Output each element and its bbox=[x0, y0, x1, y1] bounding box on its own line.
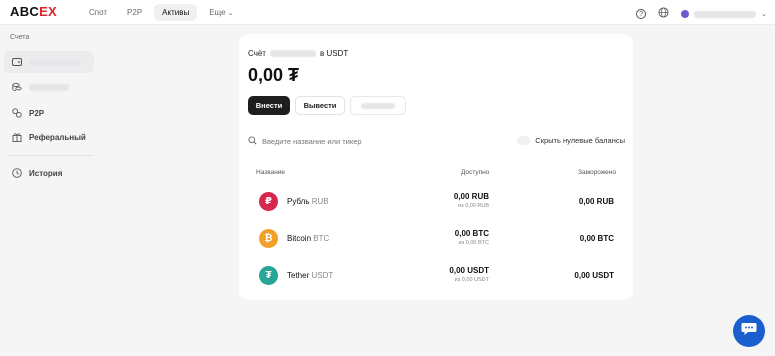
sidebar-item-label-hidden bbox=[29, 58, 81, 66]
main-nav: Спот P2P Активы Еще ⌄ bbox=[81, 4, 241, 21]
sidebar-item-history[interactable]: История bbox=[4, 162, 94, 184]
frozen-value: 0,00 RUB bbox=[578, 197, 614, 206]
sidebar-item-label: История bbox=[29, 168, 63, 178]
available-total: из 0,00 BTC bbox=[458, 240, 489, 246]
sidebar-item-referral[interactable]: Реферальный bbox=[4, 126, 94, 148]
available-total: из 0,00 RUB bbox=[458, 203, 489, 209]
available-value: 0,00 USDT bbox=[449, 266, 489, 275]
table-row[interactable]: ₿ Bitcoin BTC 0,00 BTC из 0,00 BTC 0,00 … bbox=[259, 223, 614, 253]
chevron-down-icon: ⌄ bbox=[227, 10, 234, 17]
search-icon bbox=[248, 136, 257, 147]
account-label: Счёт в USDT bbox=[248, 49, 348, 58]
transfer-button-label-hidden bbox=[361, 102, 395, 109]
transfer-button[interactable] bbox=[350, 96, 406, 115]
col-available: Доступно bbox=[461, 169, 490, 176]
ruble-icon: ₽ bbox=[259, 192, 278, 211]
asset-name-text: Tether bbox=[287, 271, 310, 280]
top-icons: ? ⌄ bbox=[636, 5, 767, 23]
asset-name: Рубль RUB bbox=[287, 197, 329, 206]
sidebar-item-wallet[interactable] bbox=[4, 51, 94, 73]
table-row[interactable]: ₽ Рубль RUB 0,00 RUB из 0,00 RUB 0,00 RU… bbox=[259, 186, 614, 216]
nav-p2p[interactable]: P2P bbox=[119, 4, 150, 21]
asset-search[interactable]: Введите название или тикер bbox=[248, 136, 362, 147]
col-name: Название bbox=[256, 169, 286, 176]
clock-icon bbox=[12, 168, 22, 178]
coins-icon bbox=[12, 82, 22, 92]
hide-zero-label: Скрыть нулевые балансы bbox=[535, 136, 625, 145]
logo-main: ABC bbox=[10, 4, 40, 19]
logo-accent: EX bbox=[39, 4, 58, 19]
account-name-hidden bbox=[269, 50, 316, 57]
asset-name: Bitcoin BTC bbox=[287, 234, 329, 243]
nav-assets[interactable]: Активы bbox=[154, 4, 198, 21]
sidebar: Счета P2P Реферальный История bbox=[0, 25, 100, 356]
sidebar-title: Счета bbox=[10, 34, 30, 41]
wallet-icon bbox=[12, 57, 22, 67]
nav-more-label: Еще bbox=[209, 8, 226, 17]
col-frozen: Заморожено bbox=[578, 169, 616, 176]
table-row[interactable]: ₮ Tether USDT 0,00 USDT из 0,00 USDT 0,0… bbox=[259, 260, 614, 290]
sidebar-item-coins[interactable] bbox=[4, 76, 94, 98]
user-menu[interactable]: ⌄ bbox=[681, 10, 767, 18]
asset-ticker: USDT bbox=[311, 271, 334, 280]
nav-more[interactable]: Еще ⌄ bbox=[201, 4, 241, 21]
avatar bbox=[681, 10, 690, 18]
p2p-icon bbox=[12, 108, 22, 118]
user-name-hidden bbox=[694, 10, 757, 18]
bitcoin-icon: ₿ bbox=[259, 229, 278, 248]
help-icon[interactable]: ? bbox=[636, 9, 647, 19]
asset-ticker: RUB bbox=[311, 197, 329, 206]
hide-zero-toggle[interactable] bbox=[517, 136, 531, 145]
frozen-value: 0,00 USDT bbox=[574, 271, 614, 280]
asset-name-text: Рубль bbox=[287, 197, 310, 206]
available-cell: 0,00 BTC из 0,00 BTC bbox=[455, 229, 489, 246]
nav-spot[interactable]: Спот bbox=[81, 4, 115, 21]
logo[interactable]: ABCEX bbox=[10, 4, 57, 19]
available-cell: 0,00 USDT из 0,00 USDT bbox=[449, 266, 489, 283]
sidebar-divider bbox=[8, 155, 94, 156]
deposit-button[interactable]: Внести bbox=[248, 96, 290, 115]
account-balance: 0,00 ₮ bbox=[248, 65, 300, 85]
chevron-down-icon: ⌄ bbox=[761, 11, 767, 18]
sidebar-item-p2p[interactable]: P2P bbox=[4, 102, 94, 124]
sidebar-item-label: P2P bbox=[29, 108, 45, 118]
available-value: 0,00 RUB bbox=[453, 192, 489, 201]
account-label-suffix: в USDT bbox=[319, 49, 349, 58]
sidebar-item-label: Реферальный bbox=[29, 132, 86, 142]
account-card: Счёт в USDT 0,00 ₮ Внести Вывести Введит… bbox=[239, 34, 633, 300]
withdraw-button[interactable]: Вывести bbox=[295, 96, 345, 115]
available-cell: 0,00 RUB из 0,00 RUB bbox=[454, 192, 489, 209]
hide-zero-balances[interactable]: Скрыть нулевые балансы bbox=[517, 136, 625, 145]
asset-name-text: Bitcoin bbox=[287, 234, 312, 243]
asset-name: Tether USDT bbox=[287, 271, 333, 280]
asset-ticker: BTC bbox=[313, 234, 330, 243]
account-label-prefix: Счёт bbox=[248, 49, 266, 58]
globe-icon[interactable] bbox=[658, 5, 669, 23]
support-chat-button[interactable] bbox=[733, 315, 765, 347]
search-input[interactable]: Введите название или тикер bbox=[262, 137, 362, 146]
available-value: 0,00 BTC bbox=[454, 229, 489, 238]
available-total: из 0,00 USDT bbox=[454, 277, 489, 283]
sidebar-item-label-hidden bbox=[29, 83, 69, 91]
chat-icon bbox=[741, 321, 757, 341]
tether-icon: ₮ bbox=[259, 266, 278, 285]
frozen-value: 0,00 BTC bbox=[579, 234, 614, 243]
gift-icon bbox=[12, 132, 22, 142]
top-bar: ABCEX Спот P2P Активы Еще ⌄ ? ⌄ bbox=[0, 0, 775, 25]
